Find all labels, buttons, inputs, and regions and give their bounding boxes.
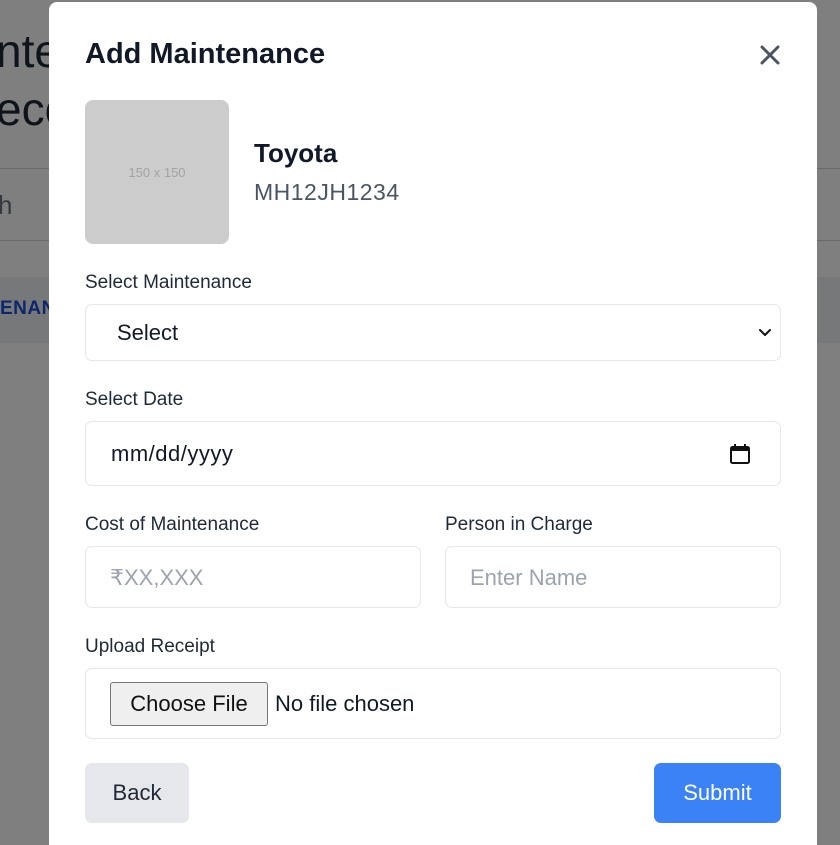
maintenance-label: Select Maintenance	[85, 272, 252, 293]
maintenance-select[interactable]: Select	[85, 304, 781, 361]
choose-file-button[interactable]: Choose File	[110, 682, 268, 726]
person-label: Person in Charge	[445, 514, 593, 535]
vehicle-name: Toyota	[254, 138, 338, 168]
file-status: No file chosen	[275, 691, 415, 716]
maintenance-select-value: Select	[117, 320, 179, 345]
back-button[interactable]: Back	[85, 763, 189, 823]
vehicle-image-placeholder-text: 150 x 150	[128, 164, 186, 180]
cost-placeholder: ₹XX,XXX	[110, 565, 204, 590]
chevron-down-icon	[759, 329, 771, 336]
receipt-file-input[interactable]: Choose File No file chosen	[85, 668, 781, 739]
modal-title: Add Maintenance	[85, 38, 326, 70]
submit-button[interactable]: Submit	[654, 763, 781, 823]
date-input-value: mm/dd/yyyy	[111, 441, 234, 466]
cost-label: Cost of Maintenance	[85, 514, 260, 535]
vehicle-plate: MH12JH1234	[254, 179, 400, 205]
person-placeholder: Enter Name	[470, 565, 588, 590]
close-icon[interactable]	[755, 40, 785, 70]
add-maintenance-modal: Add Maintenance 150 x 150 Toyota MH12JH1…	[49, 2, 817, 845]
date-label: Select Date	[85, 389, 184, 410]
receipt-label: Upload Receipt	[85, 636, 215, 657]
person-input[interactable]: Enter Name	[445, 546, 781, 608]
cost-input[interactable]: ₹XX,XXX	[85, 546, 421, 608]
calendar-icon[interactable]	[728, 442, 752, 466]
date-input[interactable]: mm/dd/yyyy	[85, 421, 781, 486]
vehicle-image: 150 x 150	[85, 100, 229, 244]
